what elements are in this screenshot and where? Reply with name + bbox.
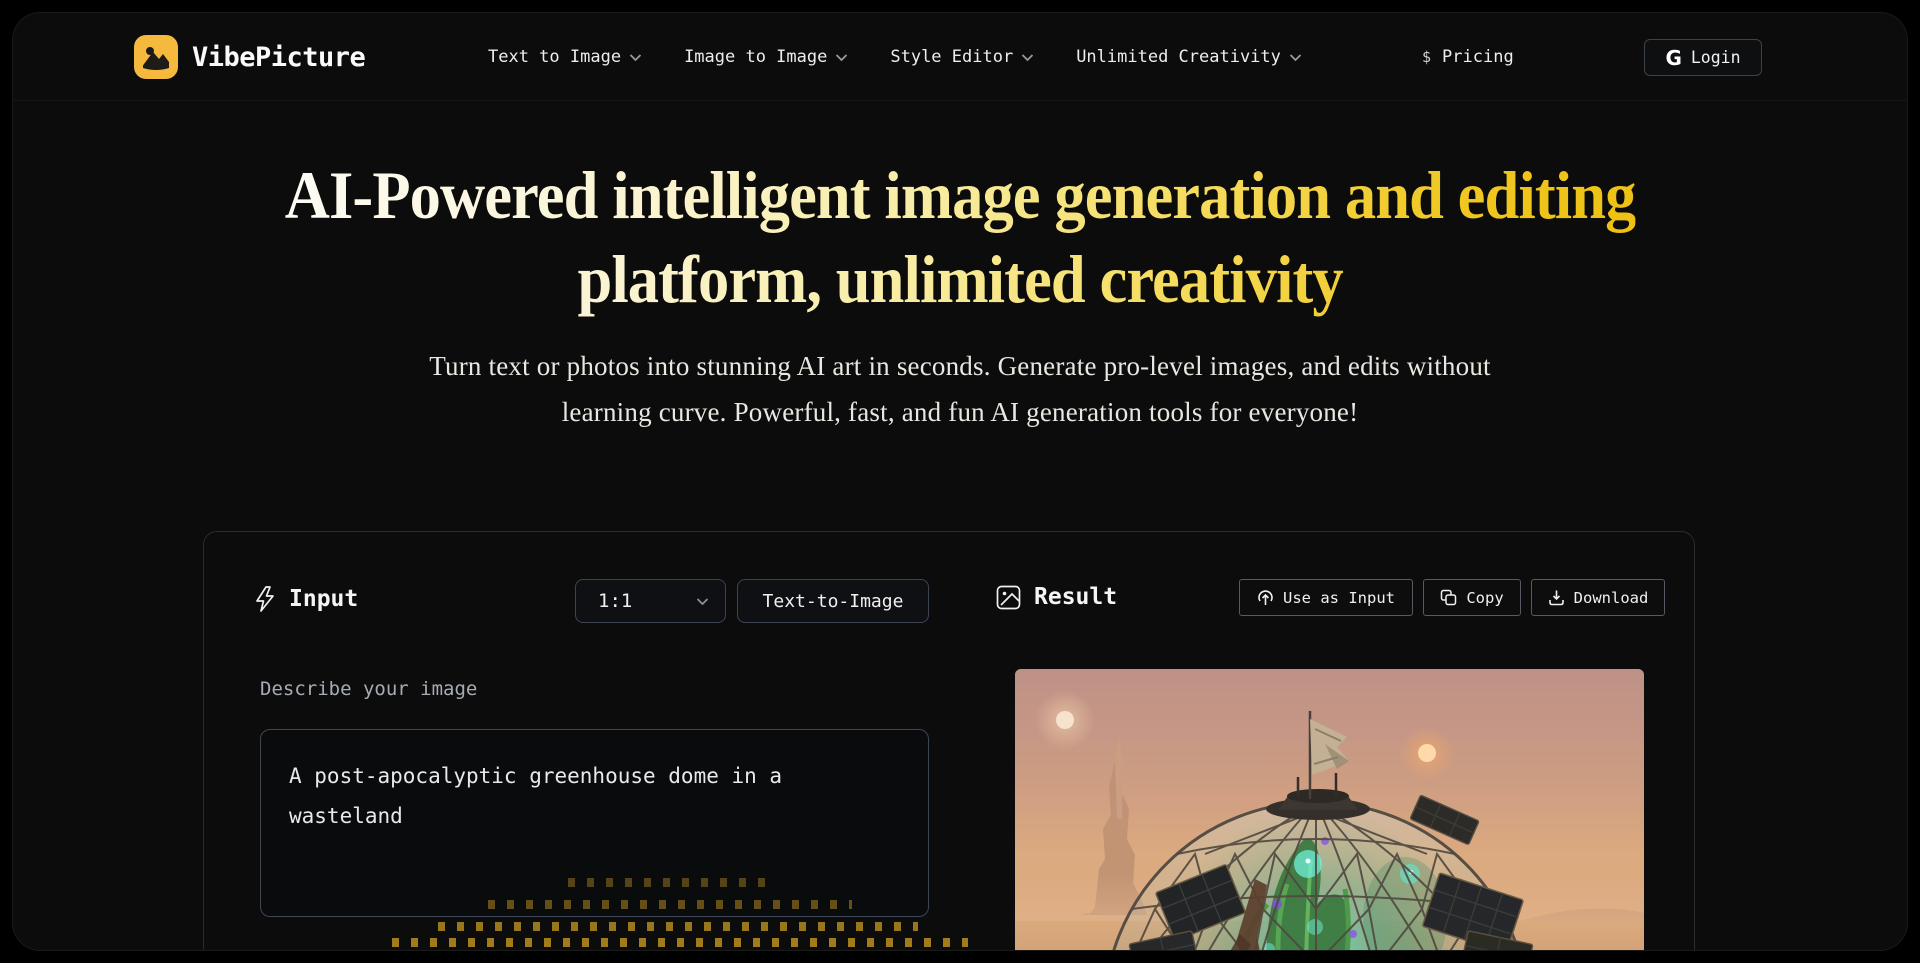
page-title: AI-Powered intelligent image generation … xyxy=(285,153,1636,321)
aspect-ratio-select[interactable]: 1:1 xyxy=(575,579,726,623)
nav-item-label: Image to Image xyxy=(684,47,827,67)
nav-item-label: Unlimited Creativity xyxy=(1076,47,1281,67)
use-as-input-label: Use as Input xyxy=(1283,589,1395,607)
nav-item-unlimited-creativity[interactable]: Unlimited Creativity xyxy=(1076,47,1302,67)
chevron-down-icon xyxy=(696,597,709,606)
nav-item-image-to-image[interactable]: Image to Image xyxy=(684,47,848,67)
result-image-preview xyxy=(1015,669,1644,951)
prompt-textarea[interactable]: A post-apocalyptic greenhouse dome in a … xyxy=(260,729,929,917)
chevron-down-icon xyxy=(629,53,642,62)
workspace-panel: Input 1:1 Text-to-Image Result xyxy=(203,531,1695,951)
chevron-down-icon xyxy=(1021,53,1034,62)
result-section-heading: Result xyxy=(996,584,1117,610)
download-icon xyxy=(1548,589,1565,606)
app-frame: VibePicture Text to Image Image to Image… xyxy=(12,12,1908,951)
result-actions: Use as Input Copy Download xyxy=(1239,579,1665,616)
input-section-heading: Input xyxy=(254,586,358,612)
picture-logo-icon xyxy=(134,35,178,79)
text-to-image-mode-button[interactable]: Text-to-Image xyxy=(737,579,929,623)
copy-icon xyxy=(1440,589,1457,606)
describe-label: Describe your image xyxy=(260,678,477,700)
nav-menu: Text to Image Image to Image Style Edito… xyxy=(488,13,1302,101)
chevron-down-icon xyxy=(835,53,848,62)
lightning-bolt-icon xyxy=(254,586,276,612)
input-heading-label: Input xyxy=(289,586,358,612)
nav-item-label: Style Editor xyxy=(890,47,1013,67)
nav-item-label: Text to Image xyxy=(488,47,621,67)
result-heading-label: Result xyxy=(1034,584,1117,610)
aspect-ratio-value: 1:1 xyxy=(598,590,632,612)
nav-item-text-to-image[interactable]: Text to Image xyxy=(488,47,642,67)
google-g-icon: G xyxy=(1665,46,1681,70)
mode-button-label: Text-to-Image xyxy=(763,591,904,612)
pricing-label: Pricing xyxy=(1442,47,1514,67)
title-line-1: AI-Powered intelligent image generation … xyxy=(285,153,1636,237)
brand-logo[interactable]: VibePicture xyxy=(134,35,365,79)
image-frame-icon xyxy=(996,585,1021,610)
download-button[interactable]: Download xyxy=(1531,579,1665,616)
nav-item-style-editor[interactable]: Style Editor xyxy=(890,47,1034,67)
login-button[interactable]: G Login xyxy=(1644,39,1762,76)
subtitle-line-1: Turn text or photos into stunning AI art… xyxy=(13,343,1907,389)
brand-name: VibePicture xyxy=(192,42,365,73)
subtitle-line-2: learning curve. Powerful, fast, and fun … xyxy=(13,389,1907,435)
copy-label: Copy xyxy=(1466,589,1503,607)
nav-item-pricing[interactable]: $ Pricing xyxy=(1422,13,1514,101)
use-as-input-button[interactable]: Use as Input xyxy=(1239,579,1413,616)
upload-arrow-icon xyxy=(1257,589,1274,606)
chevron-down-icon xyxy=(1289,53,1302,62)
login-label: Login xyxy=(1691,48,1741,67)
page-subtitle: Turn text or photos into stunning AI art… xyxy=(13,343,1907,435)
title-line-2: platform, unlimited creativity xyxy=(285,237,1636,321)
copy-button[interactable]: Copy xyxy=(1423,579,1521,616)
top-navbar: VibePicture Text to Image Image to Image… xyxy=(13,13,1907,101)
download-label: Download xyxy=(1574,589,1649,607)
dollar-icon: $ xyxy=(1422,48,1431,66)
